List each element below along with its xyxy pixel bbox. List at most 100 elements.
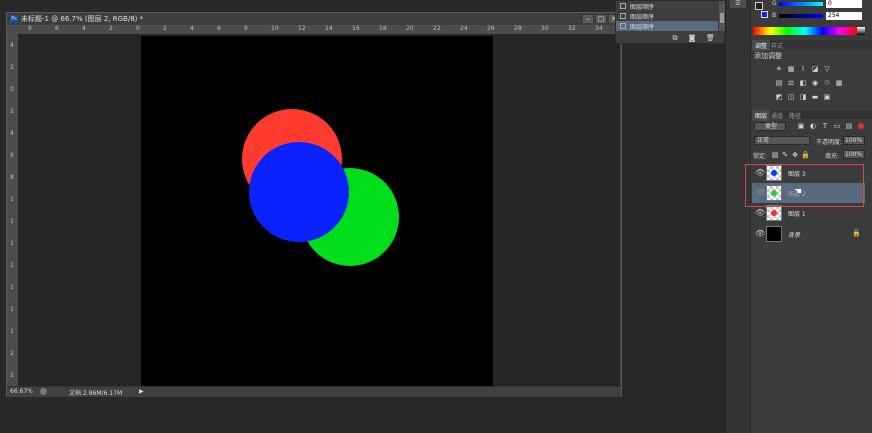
adjustments-title: 添加调整 bbox=[754, 52, 782, 60]
lock-all-icon[interactable]: 🔒 bbox=[801, 151, 810, 159]
color-lookup-icon[interactable]: ▦ bbox=[835, 79, 843, 87]
minimize-button[interactable]: – bbox=[583, 15, 593, 23]
lock-label: 锁定: bbox=[753, 153, 768, 160]
layer-thumbnail bbox=[766, 226, 782, 242]
right-panel-dock: G 0 B 254 调整 样式 添加调整 ☀ ▦ ⌇ ◪ ▽ ▤ ⚖ ◧ ◉ ♲… bbox=[750, 0, 872, 433]
filter-adjustment-icon[interactable]: ◐ bbox=[809, 122, 817, 130]
status-menu-arrow-icon[interactable]: ▶ bbox=[139, 388, 144, 395]
history-item-label: 图层顺序 bbox=[630, 14, 655, 21]
foreground-color-swatch[interactable] bbox=[755, 2, 763, 10]
ruler-tick-label: 10 bbox=[271, 25, 279, 32]
ruler-tick-label: 4 bbox=[82, 25, 86, 32]
layer-filter-kind-select[interactable]: 类型 bbox=[754, 122, 786, 131]
color-spectrum-bar[interactable] bbox=[753, 27, 857, 35]
opacity-input[interactable]: 100% bbox=[843, 136, 865, 145]
b-channel-value[interactable]: 254 bbox=[826, 12, 862, 20]
ruler-tick-label: 28 bbox=[514, 25, 522, 32]
ruler-tick-label: 2 bbox=[163, 25, 167, 32]
photo-filter-icon[interactable]: ◉ bbox=[811, 79, 819, 87]
opacity-value: 100% bbox=[845, 137, 863, 144]
g-channel-slider[interactable] bbox=[779, 2, 823, 6]
posterize-icon[interactable]: ◫ bbox=[787, 93, 795, 101]
restore-button[interactable]: ▢ bbox=[596, 15, 606, 23]
g-channel-value[interactable]: 0 bbox=[826, 0, 862, 8]
ruler-tick-label: 8 bbox=[28, 25, 32, 32]
color-balance-icon[interactable]: ⚖ bbox=[787, 79, 795, 87]
zoom-level[interactable]: 66.67% bbox=[10, 388, 33, 395]
tab-styles[interactable]: 样式 bbox=[768, 40, 786, 51]
gradient-map-icon[interactable]: ▬ bbox=[811, 93, 819, 101]
blue-circle[interactable] bbox=[249, 142, 349, 242]
history-item-label: 图层顺序 bbox=[630, 24, 655, 31]
new-document-from-state-icon[interactable]: ⧉ bbox=[671, 34, 679, 42]
black-white-ramp[interactable] bbox=[857, 27, 865, 35]
trash-icon[interactable]: 🗑 bbox=[706, 34, 715, 42]
adjustments-tabbar: 调整 样式 bbox=[751, 40, 872, 51]
filter-type-icon[interactable]: T bbox=[821, 122, 829, 130]
ruler-tick-label: 2 bbox=[109, 25, 113, 32]
layer-name[interactable]: 背景 bbox=[788, 230, 800, 239]
visibility-eye-icon[interactable]: 👁 bbox=[755, 208, 765, 217]
history-item-label: 图层顺序 bbox=[630, 4, 655, 11]
status-icon[interactable] bbox=[40, 388, 47, 395]
camera-snapshot-icon[interactable]: ◙ bbox=[688, 34, 696, 42]
ruler-tick-label: 4 bbox=[10, 42, 14, 49]
ruler-tick-label: 22 bbox=[433, 25, 441, 32]
history-item[interactable]: 图层顺序 bbox=[616, 11, 718, 21]
ruler-tick-label: 26 bbox=[487, 25, 495, 32]
lock-transparent-icon[interactable]: ▧ bbox=[771, 151, 779, 159]
history-state-icon bbox=[620, 3, 626, 9]
curves-icon[interactable]: ⌇ bbox=[799, 65, 807, 73]
annotation-highlight-box bbox=[745, 164, 864, 207]
collapsed-panel-strip: ☰ bbox=[725, 0, 750, 433]
black-white-icon[interactable]: ◧ bbox=[799, 79, 807, 87]
b-channel-slider[interactable] bbox=[779, 14, 823, 18]
layer-row-background[interactable]: 👁 背景 🔒 bbox=[752, 224, 865, 244]
fill-input[interactable]: 100% bbox=[843, 150, 865, 159]
selective-color-icon[interactable]: ▣ bbox=[823, 93, 831, 101]
ruler-tick-label: 2 bbox=[10, 108, 14, 115]
ruler-tick-label: 0 bbox=[136, 25, 140, 32]
lock-position-icon[interactable]: ✥ bbox=[791, 151, 799, 159]
ruler-tick-label: 6 bbox=[217, 25, 221, 32]
opacity-label: 不透明度: bbox=[816, 139, 843, 146]
ruler-tick-label: 2 bbox=[10, 350, 14, 357]
ruler-tick-label: 1 bbox=[10, 284, 14, 291]
history-item-selected[interactable]: 图层顺序 bbox=[616, 21, 718, 31]
history-scroll-thumb[interactable] bbox=[720, 13, 724, 23]
ruler-tick-label: 1 bbox=[10, 240, 14, 247]
tab-paths[interactable]: 路径 bbox=[786, 110, 804, 121]
ruler-origin[interactable] bbox=[7, 25, 18, 34]
visibility-eye-icon[interactable]: 👁 bbox=[755, 229, 765, 238]
ruler-tick-label: 0 bbox=[10, 86, 14, 93]
canvas[interactable] bbox=[141, 36, 493, 386]
ruler-tick-label: 1 bbox=[10, 218, 14, 225]
filter-toggle-icon[interactable] bbox=[858, 123, 864, 129]
lock-image-icon[interactable]: ✎ bbox=[781, 151, 789, 159]
exposure-icon[interactable]: ◪ bbox=[811, 65, 819, 73]
blend-mode-select[interactable]: 正常 bbox=[754, 136, 810, 145]
vibrance-icon[interactable]: ▽ bbox=[823, 65, 831, 73]
channel-mixer-icon[interactable]: ♲ bbox=[823, 79, 831, 87]
tab-channels[interactable]: 通道 bbox=[768, 110, 786, 121]
filter-smart-object-icon[interactable]: ▤ bbox=[845, 122, 853, 130]
history-item[interactable]: 图层顺序 bbox=[616, 1, 718, 11]
levels-icon[interactable]: ▦ bbox=[787, 65, 795, 73]
hue-saturation-icon[interactable]: ▤ bbox=[775, 79, 783, 87]
canvas-area[interactable] bbox=[18, 34, 620, 386]
ruler-tick-label: 1 bbox=[10, 328, 14, 335]
document-title-bar[interactable]: Ps 未标题-1 @ 66.7% (图层 2, RGB/8) * – ▢ ✕ bbox=[7, 13, 621, 25]
threshold-icon[interactable]: ◨ bbox=[799, 93, 807, 101]
background-color-swatch[interactable] bbox=[761, 11, 768, 18]
filter-pixel-icon[interactable]: ▣ bbox=[797, 122, 805, 130]
layer-name[interactable]: 图层 1 bbox=[788, 209, 806, 218]
ruler-tick-label: 1 bbox=[10, 196, 14, 203]
filter-shape-icon[interactable]: ▭ bbox=[833, 122, 841, 130]
ruler-tick-label: 18 bbox=[379, 25, 387, 32]
panel-icon-button[interactable]: ☰ bbox=[730, 0, 746, 8]
brightness-contrast-icon[interactable]: ☀ bbox=[775, 65, 783, 73]
invert-icon[interactable]: ◩ bbox=[775, 93, 783, 101]
fill-value: 100% bbox=[845, 151, 863, 158]
document-window: Ps 未标题-1 @ 66.7% (图层 2, RGB/8) * – ▢ ✕ 8… bbox=[6, 12, 622, 397]
ruler-tick-label: 4 bbox=[10, 130, 14, 137]
